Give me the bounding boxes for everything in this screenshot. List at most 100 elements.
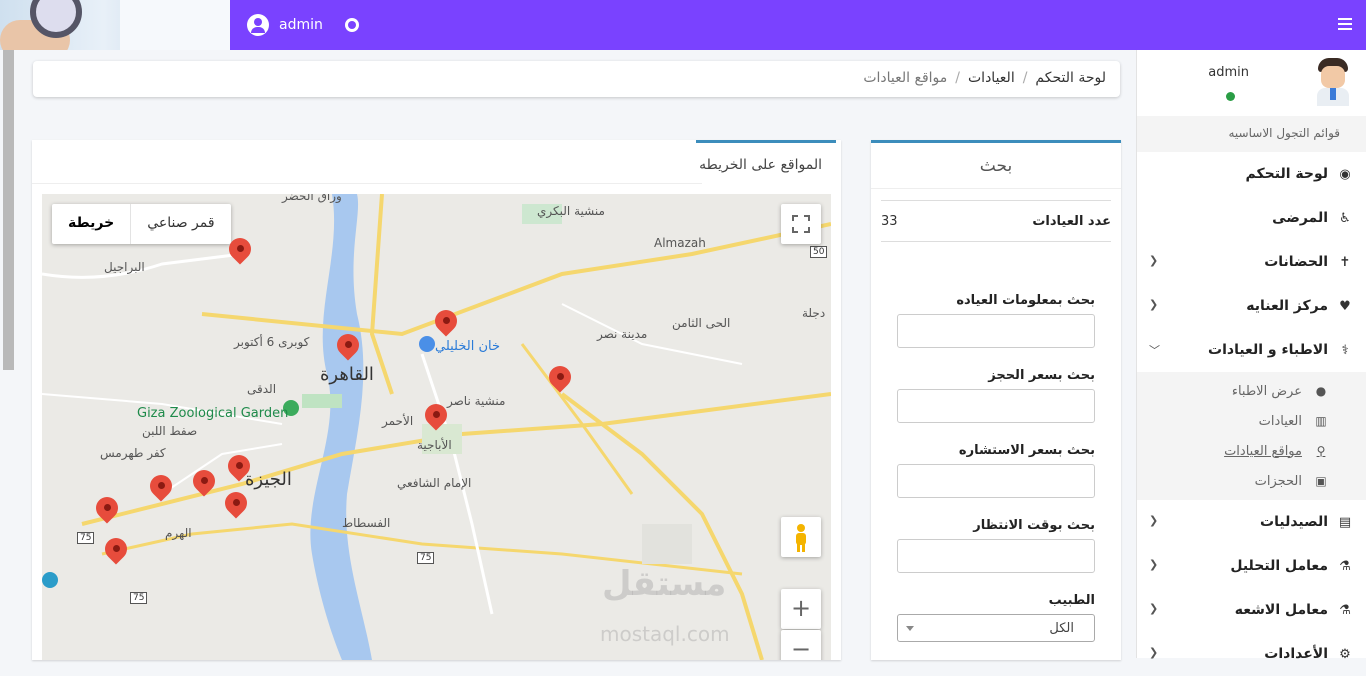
clinic-marker[interactable] (549, 366, 571, 400)
sidebar-submenu: ● عرض الاطباء ▥ العيادات ⚲ مواقع العيادا… (1137, 372, 1366, 500)
google-map[interactable]: القاهرة الجيزة Giza Zoological Garden Al… (42, 194, 831, 660)
medkit-icon: ▤ (1338, 514, 1352, 530)
map-label-dokki: الدقى (247, 382, 277, 396)
clinic-marker[interactable] (337, 334, 359, 368)
street-view-pegman-button[interactable] (781, 517, 821, 557)
doctor-select[interactable]: الكل (897, 614, 1095, 642)
sidebar-item-pharmacies[interactable]: ▤ الصيدليات ❮ (1137, 500, 1366, 544)
sidebar-item-incubators[interactable]: ✝ الحضانات ❮ (1137, 240, 1366, 284)
search-card: بحث عدد العيادات 33 بحث بمعلومات العياده… (871, 140, 1121, 660)
map-label-ahmar: الأحمر (382, 414, 414, 428)
map-type-satellite-button[interactable]: قمر صناعي (131, 204, 230, 244)
sidebar-item-doctors-clinics[interactable]: ⚕ الاطباء و العيادات ﹀ (1137, 328, 1366, 372)
globe-icon[interactable] (345, 18, 359, 32)
clinic-marker[interactable] (150, 475, 172, 509)
map-label-saft: صفط اللبن (142, 424, 198, 438)
clinic-marker[interactable] (435, 310, 457, 344)
sidebar-user-name: admin (1208, 65, 1249, 80)
sidebar-subitem-doctors[interactable]: ● عرض الاطباء (1137, 376, 1366, 406)
map-label-almazah: Almazah (654, 236, 706, 250)
breadcrumb-clinics[interactable]: العيادات (968, 70, 1015, 86)
map-label-nasr: مدينة نصر (597, 327, 648, 341)
wheelchair-icon: ♿ (1339, 210, 1351, 226)
watermark-url: mostaql.com (600, 622, 730, 646)
map-label-zoo: Giza Zoological Garden (137, 406, 289, 421)
search-consult-price-label: بحث بسعر الاستشاره (958, 443, 1095, 458)
sidebar-item-labs[interactable]: ⚗ معامل التحليل ❮ (1137, 544, 1366, 588)
clinic-marker[interactable] (425, 404, 447, 438)
zoom-in-button[interactable]: + (781, 589, 821, 629)
chevron-left-icon: ❮ (1149, 646, 1159, 659)
sidebar-subitem-label: عرض الاطباء (1231, 383, 1302, 399)
clinic-marker[interactable] (229, 238, 251, 272)
map-label-october: كوبرى 6 أكتوبر (234, 335, 310, 349)
sidebar-item-label: الحضانات (1264, 254, 1328, 270)
institution-icon: ▥ (1315, 414, 1327, 428)
search-info-input[interactable] (897, 314, 1095, 348)
search-booking-price-input[interactable] (897, 389, 1095, 423)
chevron-left-icon: ❮ (1149, 514, 1159, 527)
chevron-left-icon: ❮ (1149, 558, 1159, 571)
clinic-marker[interactable] (225, 492, 247, 526)
xray-icon: ⚗ (1339, 602, 1351, 618)
online-status-dot (1226, 92, 1235, 101)
map-label-dagla: دجلة (802, 306, 826, 320)
road-shield-75: 75 (77, 532, 95, 544)
sidebar-user-panel: admin (1137, 50, 1366, 116)
map-label-fustat: الفسطاط (342, 516, 391, 530)
clinic-marker[interactable] (193, 470, 215, 504)
chevron-left-icon: ❮ (1149, 602, 1159, 615)
sidebar-item-settings[interactable]: ⚙ الأعدادات ❮ (1137, 632, 1366, 676)
search-wait-time-group: بحث بوقت الانتظار (897, 518, 1095, 573)
map-label-barajil: البراجيل (104, 260, 145, 274)
zoom-out-button[interactable]: − (781, 630, 821, 660)
flask-icon: ⚗ (1339, 558, 1351, 574)
sidebar-header: قوائم التجول الاساسيه (1137, 116, 1366, 152)
calendar-icon: ▣ (1315, 474, 1327, 488)
clinic-count-label: عدد العيادات (1032, 213, 1111, 229)
sidebar-item-icu[interactable]: ♥ مركز العنايه ❮ (1137, 284, 1366, 328)
map-marker-icon: ⚲ (1316, 444, 1326, 458)
map-label-abageya: الأباجية (417, 438, 452, 452)
menu-toggle-icon[interactable] (1338, 18, 1352, 30)
map-type-map-button[interactable]: خريطة (52, 204, 132, 244)
sidebar: admin قوائم التجول الاساسيه ◉ لوحة التحك… (1136, 50, 1366, 662)
clinic-marker[interactable] (96, 497, 118, 531)
road-shield-50: 50 (810, 246, 828, 258)
breadcrumb-dashboard[interactable]: لوحة التحكم (1035, 70, 1106, 86)
sidebar-subitem-label: الحجزات (1254, 473, 1302, 489)
search-wait-time-input[interactable] (897, 539, 1095, 573)
sidebar-subitem-label: العيادات (1258, 413, 1302, 429)
clinic-marker[interactable] (105, 538, 127, 572)
avatar (1314, 58, 1352, 106)
search-booking-price-label: بحث بسعر الحجز (988, 368, 1095, 383)
sidebar-item-patients[interactable]: ♿ المرضى (1137, 196, 1366, 240)
map-tab[interactable]: المواقع على الخريطه (696, 140, 836, 184)
cogs-icon: ⚙ (1339, 646, 1351, 662)
sidebar-item-label: المرضى (1272, 210, 1328, 226)
brand-logo-image[interactable] (0, 0, 230, 50)
breadcrumb-current: مواقع العيادات (863, 70, 948, 86)
sidebar-item-dashboard[interactable]: ◉ لوحة التحكم (1137, 152, 1366, 196)
doctor-icon: ⚕ (1341, 342, 1349, 358)
sidebar-subitem-clinic-locations[interactable]: ⚲ مواقع العيادات (1137, 436, 1366, 466)
map-label-giza: الجيزة (245, 469, 292, 490)
scrollbar-thumb[interactable] (3, 50, 14, 370)
fullscreen-button[interactable] (781, 204, 821, 244)
sidebar-subitem-clinics[interactable]: ▥ العيادات (1137, 406, 1366, 436)
road-shield-75: 75 (417, 552, 435, 564)
sidebar-subitem-bookings[interactable]: ▣ الحجزات (1137, 466, 1366, 496)
sidebar-item-radiology[interactable]: ⚗ معامل الاشعه ❮ (1137, 588, 1366, 632)
clinic-marker[interactable] (228, 455, 250, 489)
sidebar-item-label: الصيدليات (1260, 514, 1328, 530)
fullscreen-icon (792, 215, 810, 233)
map-type-control: خريطة قمر صناعي (52, 204, 231, 244)
map-card: المواقع على الخريطه القاهرة الجيزة Giza … (32, 140, 841, 660)
map-label-warraq: وراق الحضر (282, 194, 342, 203)
top-user-name: admin (279, 17, 323, 33)
search-wait-time-label: بحث بوقت الانتظار (973, 518, 1095, 533)
search-consult-price-input[interactable] (897, 464, 1095, 498)
top-user-menu[interactable]: admin (247, 14, 323, 36)
doctor-select-group: الطبيب الكل (897, 593, 1095, 642)
sidebar-item-label: لوحة التحكم (1245, 166, 1328, 182)
